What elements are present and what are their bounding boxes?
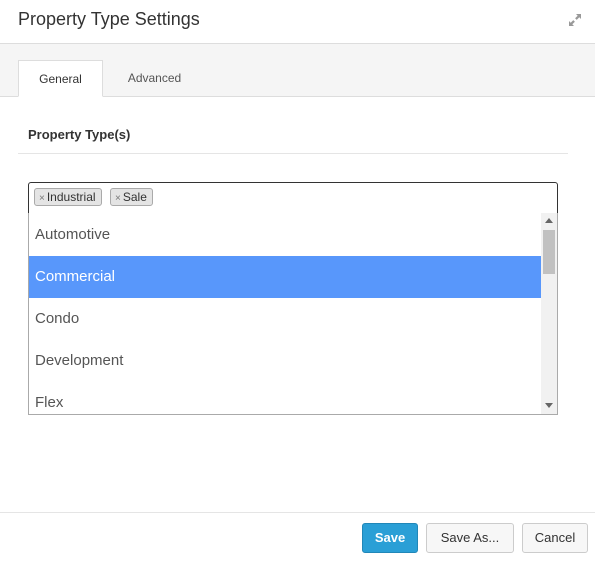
chip-label: Sale (122, 190, 147, 204)
section-divider (18, 153, 568, 154)
selected-chip-sale: × Sale (110, 188, 153, 206)
option-development[interactable]: Development (29, 340, 541, 382)
save-as-button[interactable]: Save As... (426, 523, 514, 553)
scroll-thumb[interactable] (543, 230, 555, 274)
option-flex[interactable]: Flex (29, 382, 541, 414)
save-button[interactable]: Save (362, 523, 418, 553)
property-type-settings-dialog: Property Type Settings General Advanced … (0, 0, 595, 562)
tab-general[interactable]: General (18, 60, 103, 97)
option-condo[interactable]: Condo (29, 298, 541, 340)
remove-chip-icon[interactable]: × (39, 193, 45, 204)
tab-bar: General Advanced (0, 44, 595, 97)
expand-icon[interactable] (567, 12, 583, 28)
property-type-multiselect[interactable]: × Industrial × Sale (28, 182, 558, 214)
dialog-header: Property Type Settings (0, 0, 595, 44)
section-title: Property Type(s) (28, 127, 131, 142)
scroll-down-arrow-icon[interactable] (545, 403, 553, 408)
options-dropdown: Automotive Commercial Condo Development … (28, 213, 558, 415)
option-commercial[interactable]: Commercial (29, 256, 541, 298)
cancel-button[interactable]: Cancel (522, 523, 588, 553)
chip-label: Industrial (46, 190, 96, 204)
dialog-title: Property Type Settings (18, 9, 200, 29)
tab-advanced[interactable]: Advanced (112, 60, 197, 96)
dropdown-scrollbar[interactable] (541, 213, 557, 414)
selected-chip-industrial: × Industrial (34, 188, 102, 206)
remove-chip-icon[interactable]: × (115, 193, 121, 204)
scroll-up-arrow-icon[interactable] (545, 218, 553, 223)
option-automotive[interactable]: Automotive (29, 214, 541, 256)
dialog-footer: Save Save As... Cancel (0, 512, 595, 562)
